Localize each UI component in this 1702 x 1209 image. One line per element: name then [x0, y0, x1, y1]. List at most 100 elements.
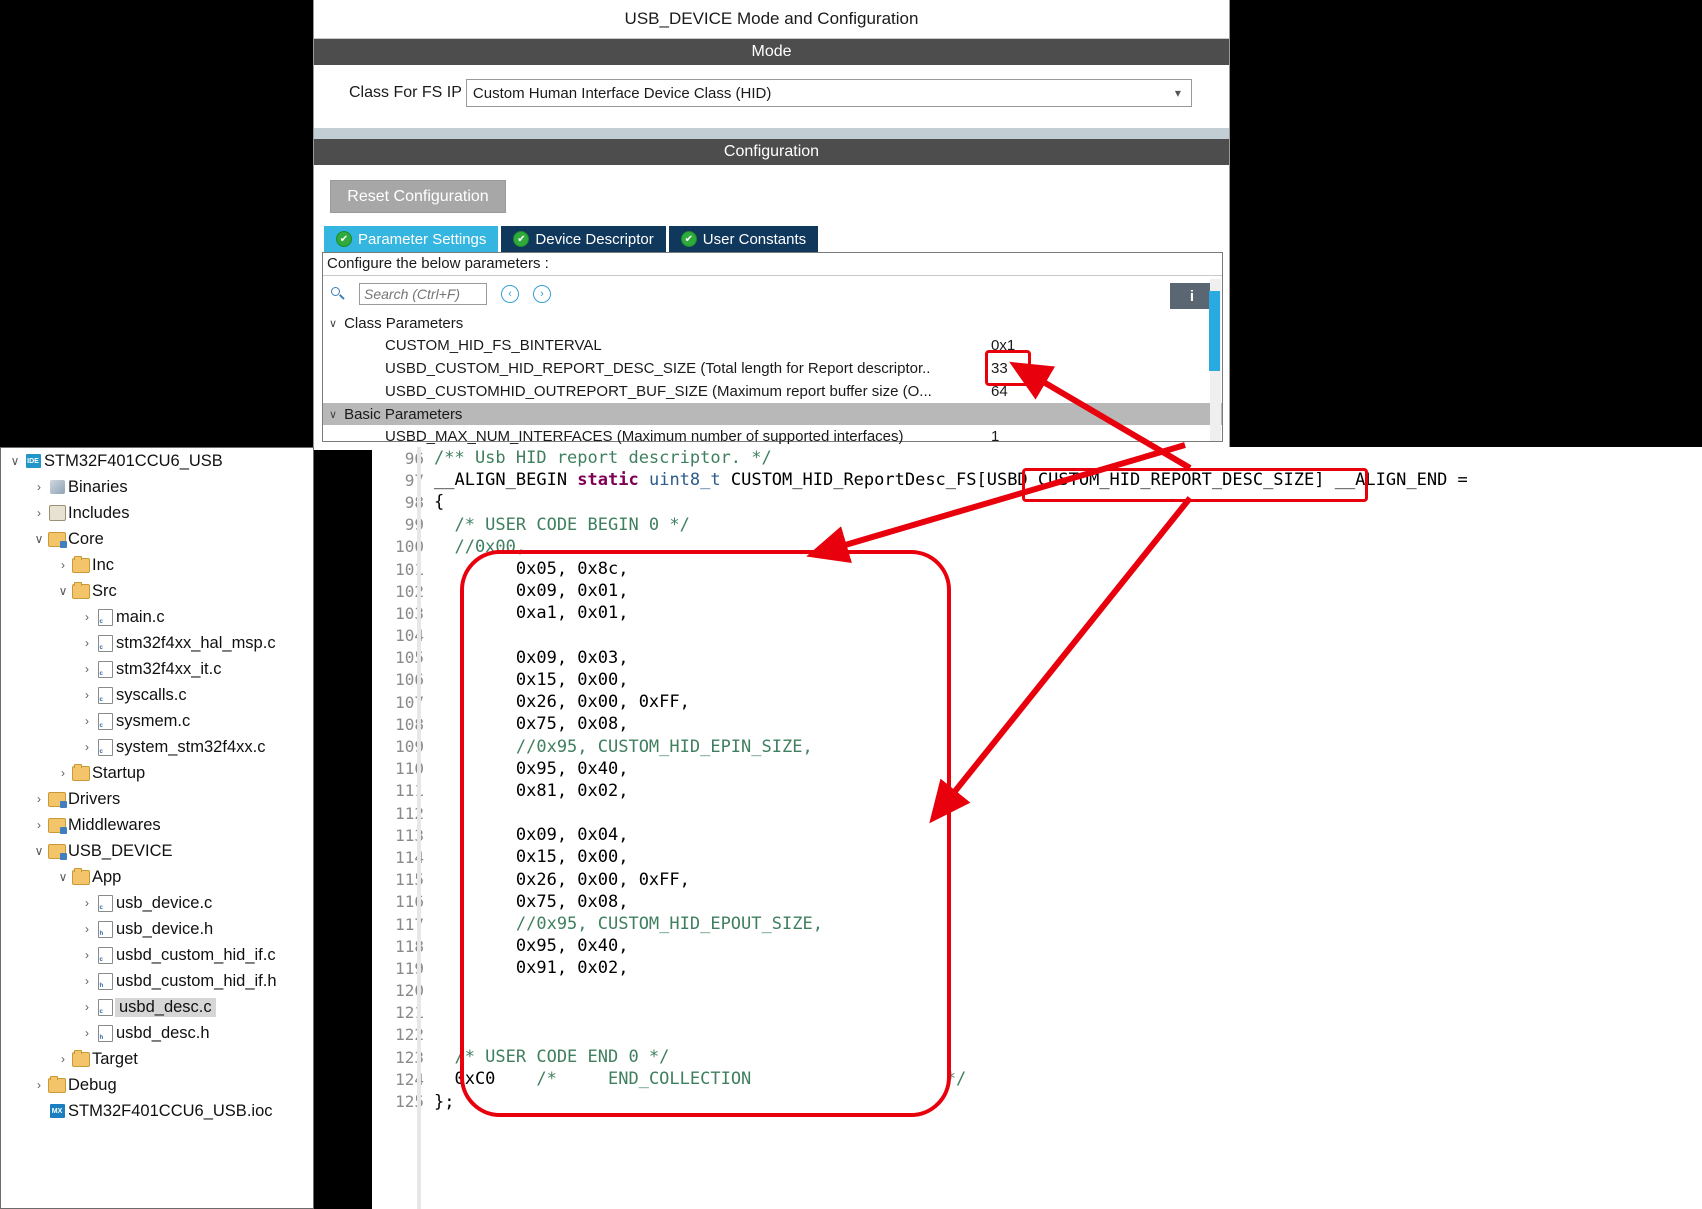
- twisty-icon[interactable]: ›: [79, 1000, 95, 1014]
- code-line[interactable]: 118 0x95, 0x40,: [372, 935, 1702, 957]
- info-button[interactable]: i: [1170, 283, 1214, 309]
- twisty-icon[interactable]: ∨: [55, 870, 71, 884]
- twisty-icon[interactable]: ›: [31, 792, 47, 806]
- twisty-icon[interactable]: ›: [79, 688, 95, 702]
- code-line[interactable]: 98 {: [372, 491, 1702, 513]
- twisty-icon[interactable]: ›: [31, 506, 47, 520]
- tree-item-17[interactable]: › c usb_device.c: [1, 890, 313, 916]
- code-line[interactable]: 103 0xa1, 0x01,: [372, 602, 1702, 624]
- expand-all-icon[interactable]: ›: [533, 285, 551, 303]
- table-row[interactable]: CUSTOM_HID_FS_BINTERVAL 0x1: [323, 334, 1222, 357]
- tab-user-constants[interactable]: ✔ User Constants: [668, 226, 819, 252]
- twisty-icon[interactable]: ›: [79, 948, 95, 962]
- tree-item-12[interactable]: › Startup: [1, 760, 313, 786]
- code-line[interactable]: 115 0x26, 0x00, 0xFF,: [372, 869, 1702, 891]
- tree-item-10[interactable]: › c sysmem.c: [1, 708, 313, 734]
- project-explorer[interactable]: ∨ IDE STM32F401CCU6_USB › Binaries › Includes ∨…: [0, 447, 314, 1209]
- code-line[interactable]: 125};: [372, 1090, 1702, 1112]
- class-for-fs-ip-select[interactable]: Custom Human Interface Device Class (HID…: [465, 79, 1192, 107]
- twisty-icon[interactable]: ›: [79, 636, 95, 650]
- tree-item-24[interactable]: › Debug: [1, 1072, 313, 1098]
- code-line[interactable]: 114 0x15, 0x00,: [372, 846, 1702, 868]
- tree-item-2[interactable]: › Includes: [1, 500, 313, 526]
- twisty-icon[interactable]: ›: [31, 818, 47, 832]
- code-line[interactable]: 96 /** Usb HID report descriptor. */: [372, 447, 1702, 469]
- code-line[interactable]: 111 0x81, 0x02,: [372, 780, 1702, 802]
- code-line[interactable]: 120: [372, 980, 1702, 1002]
- twisty-icon[interactable]: ∨: [31, 844, 47, 858]
- twisty-icon[interactable]: ›: [31, 1078, 47, 1092]
- code-line[interactable]: 105 0x09, 0x03,: [372, 647, 1702, 669]
- tree-item-16[interactable]: ∨ App: [1, 864, 313, 890]
- tree-item-18[interactable]: › h usb_device.h: [1, 916, 313, 942]
- twisty-icon[interactable]: ›: [79, 714, 95, 728]
- twisty-icon[interactable]: ∨: [55, 584, 71, 598]
- code-line[interactable]: 119 0x91, 0x02,: [372, 957, 1702, 979]
- code-line[interactable]: 109 //0x95, CUSTOM_HID_EPIN_SIZE,: [372, 735, 1702, 757]
- twisty-icon[interactable]: ›: [31, 480, 47, 494]
- code-line[interactable]: 112: [372, 802, 1702, 824]
- tree-item-11[interactable]: › c system_stm32f4xx.c: [1, 734, 313, 760]
- tree-item-0[interactable]: ∨ IDE STM32F401CCU6_USB: [1, 448, 313, 474]
- code-line[interactable]: 124 0xC0 /* END_COLLECTION */: [372, 1068, 1702, 1090]
- tree-item-21[interactable]: › c usbd_desc.c: [1, 994, 313, 1020]
- code-line[interactable]: 108 0x75, 0x08,: [372, 713, 1702, 735]
- code-line[interactable]: 123 /* USER CODE END 0 */: [372, 1046, 1702, 1068]
- code-line[interactable]: 113 0x09, 0x04,: [372, 824, 1702, 846]
- tab-device-descriptor[interactable]: ✔ Device Descriptor: [501, 226, 666, 252]
- tree-item-3[interactable]: ∨ Core: [1, 526, 313, 552]
- code-line[interactable]: 102 0x09, 0x01,: [372, 580, 1702, 602]
- group-class-parameters[interactable]: ∨ Class Parameters: [323, 312, 1222, 334]
- param-value[interactable]: 0x1: [991, 337, 1015, 354]
- tree-item-15[interactable]: ∨ USB_DEVICE: [1, 838, 313, 864]
- tree-item-23[interactable]: › Target: [1, 1046, 313, 1072]
- tab-parameter-settings[interactable]: ✔ Parameter Settings: [324, 226, 499, 252]
- tree-item-8[interactable]: › c stm32f4xx_it.c: [1, 656, 313, 682]
- table-row[interactable]: USBD_CUSTOMHID_OUTREPORT_BUF_SIZE (Maxim…: [323, 380, 1222, 403]
- twisty-icon[interactable]: ›: [79, 974, 95, 988]
- code-line[interactable]: 101 0x05, 0x8c,: [372, 558, 1702, 580]
- tree-item-7[interactable]: › c stm32f4xx_hal_msp.c: [1, 630, 313, 656]
- param-value[interactable]: 1: [991, 428, 999, 445]
- tree-item-22[interactable]: › h usbd_desc.h: [1, 1020, 313, 1046]
- twisty-icon[interactable]: ›: [79, 662, 95, 676]
- table-row[interactable]: USBD_CUSTOM_HID_REPORT_DESC_SIZE (Total …: [323, 357, 1222, 380]
- tree-item-25[interactable]: MX STM32F401CCU6_USB.ioc: [1, 1098, 313, 1124]
- tree-item-13[interactable]: › Drivers: [1, 786, 313, 812]
- collapse-all-icon[interactable]: ‹: [501, 285, 519, 303]
- code-line[interactable]: 121: [372, 1002, 1702, 1024]
- code-line[interactable]: 116 0x75, 0x08,: [372, 891, 1702, 913]
- param-value[interactable]: 64: [991, 383, 1008, 400]
- code-line[interactable]: 117 //0x95, CUSTOM_HID_EPOUT_SIZE,: [372, 913, 1702, 935]
- code-line[interactable]: 110 0x95, 0x40,: [372, 758, 1702, 780]
- tree-item-9[interactable]: › c syscalls.c: [1, 682, 313, 708]
- table-row[interactable]: USBD_MAX_NUM_INTERFACES (Maximum number …: [323, 425, 1222, 448]
- reset-configuration-button[interactable]: Reset Configuration: [330, 180, 506, 213]
- twisty-icon[interactable]: ›: [55, 766, 71, 780]
- tree-item-5[interactable]: ∨ Src: [1, 578, 313, 604]
- code-line[interactable]: 106 0x15, 0x00,: [372, 669, 1702, 691]
- code-line[interactable]: 122: [372, 1024, 1702, 1046]
- twisty-icon[interactable]: ›: [79, 896, 95, 910]
- code-line[interactable]: 104: [372, 625, 1702, 647]
- param-value-report-desc-size[interactable]: 33: [991, 360, 1008, 377]
- twisty-icon[interactable]: ›: [55, 558, 71, 572]
- tree-item-20[interactable]: › h usbd_custom_hid_if.h: [1, 968, 313, 994]
- tree-item-14[interactable]: › Middlewares: [1, 812, 313, 838]
- twisty-icon[interactable]: ∨: [31, 532, 47, 546]
- tree-item-19[interactable]: › c usbd_custom_hid_if.c: [1, 942, 313, 968]
- group-basic-parameters[interactable]: ∨ Basic Parameters: [323, 403, 1222, 425]
- tree-item-4[interactable]: › Inc: [1, 552, 313, 578]
- code-line[interactable]: 97 __ALIGN_BEGIN static uint8_t CUSTOM_HI…: [372, 469, 1702, 491]
- code-line[interactable]: 99 /* USER CODE BEGIN 0 */: [372, 514, 1702, 536]
- twisty-icon[interactable]: ›: [79, 610, 95, 624]
- twisty-icon[interactable]: ›: [79, 1026, 95, 1040]
- tree-item-6[interactable]: › c main.c: [1, 604, 313, 630]
- tree-item-1[interactable]: › Binaries: [1, 474, 313, 500]
- code-editor[interactable]: 96 /** Usb HID report descriptor. */ 97 __A…: [372, 447, 1702, 1209]
- code-line[interactable]: 100 //0x00,: [372, 536, 1702, 558]
- twisty-icon[interactable]: ∨: [7, 454, 23, 468]
- twisty-icon[interactable]: ›: [79, 740, 95, 754]
- twisty-icon[interactable]: ›: [55, 1052, 71, 1066]
- search-input[interactable]: [359, 283, 487, 305]
